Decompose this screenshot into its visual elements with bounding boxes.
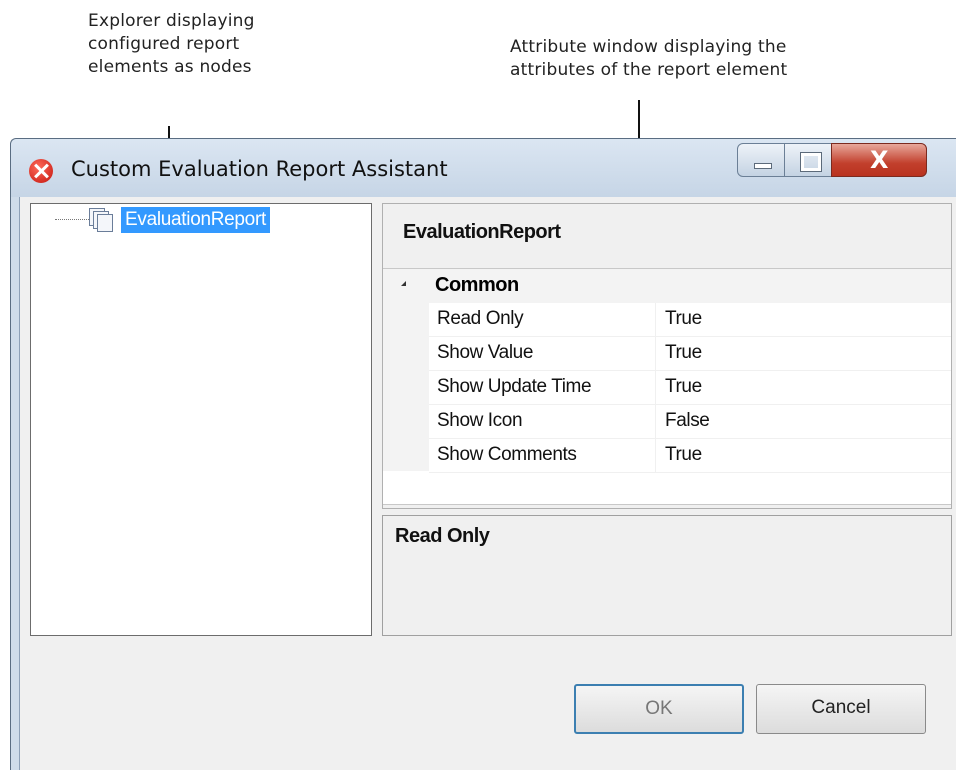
- property-name: Show Value: [437, 342, 533, 363]
- collapse-triangle-icon[interactable]: [401, 281, 406, 286]
- attribute-window: EvaluationReport Common Read Only True S…: [382, 203, 952, 509]
- minimize-button[interactable]: [737, 143, 785, 177]
- property-value[interactable]: False: [665, 410, 710, 432]
- category-row-common[interactable]: Common: [383, 269, 951, 303]
- maximize-button[interactable]: [784, 143, 832, 177]
- property-value[interactable]: True: [665, 376, 702, 398]
- property-row-read-only[interactable]: Read Only True: [429, 303, 951, 337]
- property-value[interactable]: True: [665, 308, 702, 330]
- attribute-callout-text: Attribute window displaying the attribut…: [510, 37, 788, 80]
- column-divider: [655, 337, 656, 371]
- explorer-tree[interactable]: EvaluationReport: [30, 203, 372, 636]
- property-grid[interactable]: Common Read Only True Show Value True Sh…: [383, 268, 951, 505]
- description-pane: Read Only: [382, 515, 952, 636]
- category-label: Common: [435, 274, 519, 296]
- property-row-show-value[interactable]: Show Value True: [429, 337, 951, 371]
- window-client-area: EvaluationReport EvaluationReport Common…: [19, 197, 956, 770]
- window-title: Custom Evaluation Report Assistant: [71, 157, 448, 181]
- property-name: Show Icon: [437, 410, 523, 431]
- cancel-button[interactable]: Cancel: [756, 684, 926, 734]
- property-value[interactable]: True: [665, 444, 702, 466]
- explorer-callout-text: Explorer displaying configured report el…: [88, 11, 255, 77]
- minimize-icon: [754, 163, 772, 169]
- property-name: Show Update Time: [437, 376, 592, 397]
- tree-connector-line: [55, 219, 89, 220]
- report-node-icon: [87, 208, 113, 232]
- report-assistant-window: Custom Evaluation Report Assistant X Eva…: [10, 138, 956, 770]
- close-icon: X: [870, 146, 889, 174]
- close-button[interactable]: X: [831, 143, 927, 177]
- column-divider: [655, 405, 656, 439]
- property-name: Show Comments: [437, 444, 577, 465]
- tree-node-evaluationreport[interactable]: EvaluationReport: [121, 207, 270, 233]
- property-row-show-icon[interactable]: Show Icon False: [429, 405, 951, 439]
- description-title: Read Only: [395, 525, 490, 547]
- property-row-show-update-time[interactable]: Show Update Time True: [429, 371, 951, 405]
- property-name: Read Only: [437, 308, 524, 329]
- column-divider: [655, 439, 656, 473]
- column-divider: [655, 303, 656, 337]
- ok-button[interactable]: OK: [574, 684, 744, 734]
- app-logo-icon: [29, 159, 53, 183]
- attribute-heading: EvaluationReport: [403, 221, 561, 243]
- column-divider: [655, 371, 656, 405]
- property-row-show-comments[interactable]: Show Comments True: [429, 439, 951, 473]
- title-bar[interactable]: Custom Evaluation Report Assistant X: [11, 139, 956, 197]
- maximize-icon: [800, 152, 822, 172]
- property-value[interactable]: True: [665, 342, 702, 364]
